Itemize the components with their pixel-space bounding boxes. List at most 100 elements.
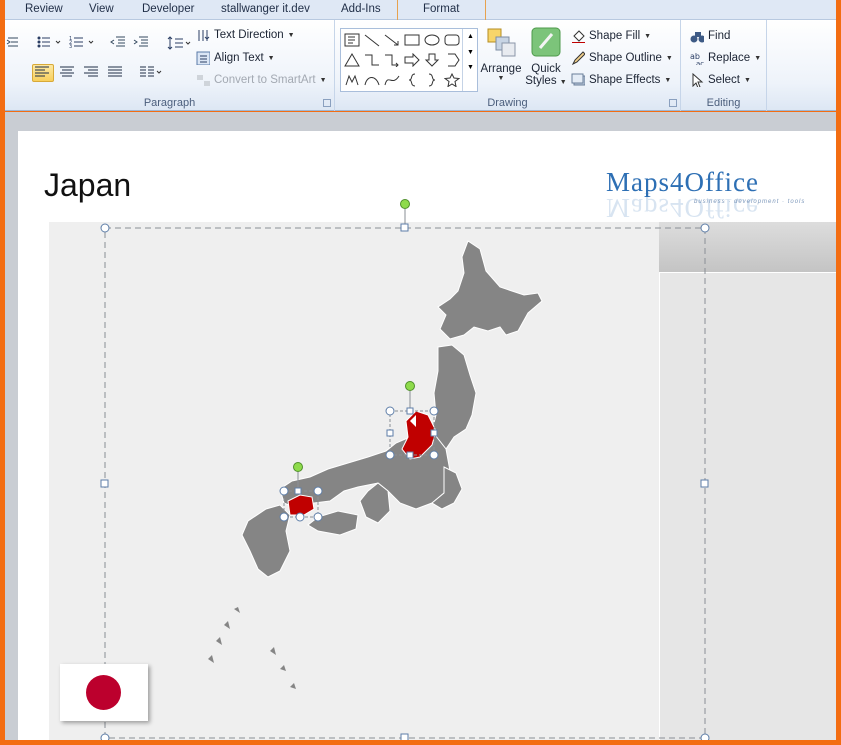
shape-effects-button[interactable]: Shape Effects ▼ <box>571 73 671 87</box>
chugoku-handle[interactable] <box>294 487 302 495</box>
arrange-icon <box>487 28 516 57</box>
drawing-dialog-launcher[interactable] <box>669 99 677 107</box>
tab-stallwanger[interactable]: stallwanger it.dev <box>221 3 310 15</box>
elbow-connector-shape-icon[interactable] <box>362 50 382 70</box>
region-tohoku[interactable] <box>431 344 477 450</box>
chugoku-handle[interactable] <box>313 512 323 522</box>
tab-review[interactable]: Review <box>25 3 63 15</box>
drawing-group: ▲ ▼ ▼ Arrange ▼ Quick Styles ▼ Shape Fil… <box>335 20 681 111</box>
quick-styles-label-1: Quick <box>531 63 561 75</box>
japan-flag[interactable] <box>60 664 148 721</box>
text-direction-label: Text Direction <box>214 29 284 41</box>
line-shape-icon[interactable] <box>362 30 382 50</box>
chugoku-handle[interactable] <box>279 512 289 522</box>
slide-canvas[interactable]: Japan Maps4Office Maps4Office business ·… <box>18 131 836 742</box>
chugoku-handle[interactable] <box>313 486 323 496</box>
application-window: Review View Developer stallwanger it.dev… <box>0 0 841 745</box>
replace-label: Replace <box>708 52 751 64</box>
bullets-button[interactable] <box>35 34 65 52</box>
region-hokkaido[interactable] <box>437 240 543 340</box>
arc-shape-icon[interactable] <box>362 70 382 90</box>
resize-handle-top-right[interactable] <box>700 223 710 233</box>
resize-handle-bottom[interactable] <box>400 733 409 741</box>
tab-add-ins[interactable]: Add-Ins <box>341 3 381 15</box>
region-islands[interactable] <box>208 607 296 689</box>
niigata-handle[interactable] <box>406 407 414 415</box>
resize-handle-top-left[interactable] <box>100 223 110 233</box>
shape-effects-icon <box>571 73 585 86</box>
resize-handle-bottom-left[interactable] <box>100 733 110 742</box>
quick-styles-icon <box>531 27 561 57</box>
region-kii[interactable] <box>359 482 391 524</box>
niigata-handle[interactable] <box>386 429 394 437</box>
freeform-shape-icon[interactable] <box>342 70 362 90</box>
convert-smartart-button[interactable]: Convert to SmartArt ▼ <box>196 73 327 87</box>
niigata-handle[interactable] <box>385 450 395 460</box>
align-text-button[interactable]: Align Text ▼ <box>196 51 275 65</box>
increase-indent-icon[interactable] <box>132 34 152 52</box>
resize-handle-left[interactable] <box>100 479 109 488</box>
rotate-handle[interactable] <box>400 199 410 209</box>
shape-fill-button[interactable]: Shape Fill ▼ <box>571 29 651 43</box>
justify-button[interactable] <box>105 64 125 82</box>
niigata-handle[interactable] <box>429 450 439 460</box>
paint-bucket-icon <box>572 30 585 43</box>
resize-handle-right[interactable] <box>700 479 709 488</box>
select-button[interactable]: Select ▼ <box>690 73 751 87</box>
rectangle-shape-icon[interactable] <box>402 30 422 50</box>
left-brace-shape-icon[interactable] <box>402 70 422 90</box>
curve-shape-icon[interactable] <box>382 70 402 90</box>
shape-outline-button[interactable]: Shape Outline ▼ <box>571 51 673 65</box>
align-center-button[interactable] <box>57 64 77 82</box>
replace-button[interactable]: ab ac Replace ▼ <box>690 51 761 65</box>
chugoku-handle[interactable] <box>295 512 305 522</box>
paragraph-dialog-launcher[interactable] <box>323 99 331 107</box>
tab-developer[interactable]: Developer <box>142 3 194 15</box>
niigata-handle[interactable] <box>429 406 439 416</box>
align-left-button[interactable] <box>32 64 54 82</box>
elbow-arrow-shape-icon[interactable] <box>382 50 402 70</box>
quick-styles-label-2: Styles <box>525 75 557 87</box>
oval-shape-icon[interactable] <box>422 30 442 50</box>
tab-view[interactable]: View <box>89 3 114 15</box>
right-brace-shape-icon[interactable] <box>422 70 442 90</box>
paragraph-group: 123 Text Direction ▼ Align Text ▼ Conver… <box>5 20 335 111</box>
arrange-button[interactable]: Arrange ▼ <box>481 26 521 82</box>
arrow-line-shape-icon[interactable] <box>382 30 402 50</box>
right-arrow-shape-icon[interactable] <box>402 50 422 70</box>
resize-handle-bottom-right[interactable] <box>700 733 710 742</box>
editing-group-label: Editing <box>706 97 741 109</box>
gallery-scroll[interactable]: ▲ ▼ ▼ <box>462 29 478 91</box>
contextual-tab-divider <box>397 0 398 20</box>
ribbon: 123 Text Direction ▼ Align Text ▼ Conver… <box>5 20 836 111</box>
rounded-rectangle-shape-icon[interactable] <box>442 30 462 50</box>
numbering-button[interactable]: 123 <box>68 34 98 52</box>
drawing-group-label: Drawing <box>487 97 528 109</box>
textbox-shape-icon[interactable] <box>342 30 362 50</box>
pentagon-shape-icon[interactable] <box>442 50 462 70</box>
chugoku-rotate-handle[interactable] <box>293 462 303 472</box>
align-right-button[interactable] <box>81 64 101 82</box>
resize-handle-top[interactable] <box>400 223 409 232</box>
convert-smartart-label: Convert to SmartArt <box>214 74 316 86</box>
text-direction-icon <box>198 30 210 41</box>
niigata-handle[interactable] <box>430 429 438 437</box>
niigata-handle[interactable] <box>406 451 414 459</box>
find-button[interactable]: Find <box>690 29 730 43</box>
shapes-gallery[interactable]: ▲ ▼ ▼ <box>340 28 478 92</box>
shape-fill-label: Shape Fill <box>589 30 641 42</box>
indent-icon[interactable] <box>5 34 25 52</box>
quick-styles-button[interactable]: Quick Styles ▼ <box>525 26 567 87</box>
down-arrow-shape-icon[interactable] <box>422 50 442 70</box>
tab-format[interactable]: Format <box>423 3 459 15</box>
text-direction-button[interactable]: Text Direction ▼ <box>196 28 295 42</box>
columns-button[interactable] <box>137 64 163 82</box>
star-shape-icon[interactable] <box>442 70 462 90</box>
triangle-shape-icon[interactable] <box>342 50 362 70</box>
decrease-indent-icon[interactable] <box>109 34 129 52</box>
align-text-label: Align Text <box>214 52 264 64</box>
niigata-handle[interactable] <box>385 406 395 416</box>
niigata-rotate-handle[interactable] <box>405 381 415 391</box>
chugoku-handle[interactable] <box>279 486 289 496</box>
line-spacing-button[interactable] <box>166 34 192 52</box>
